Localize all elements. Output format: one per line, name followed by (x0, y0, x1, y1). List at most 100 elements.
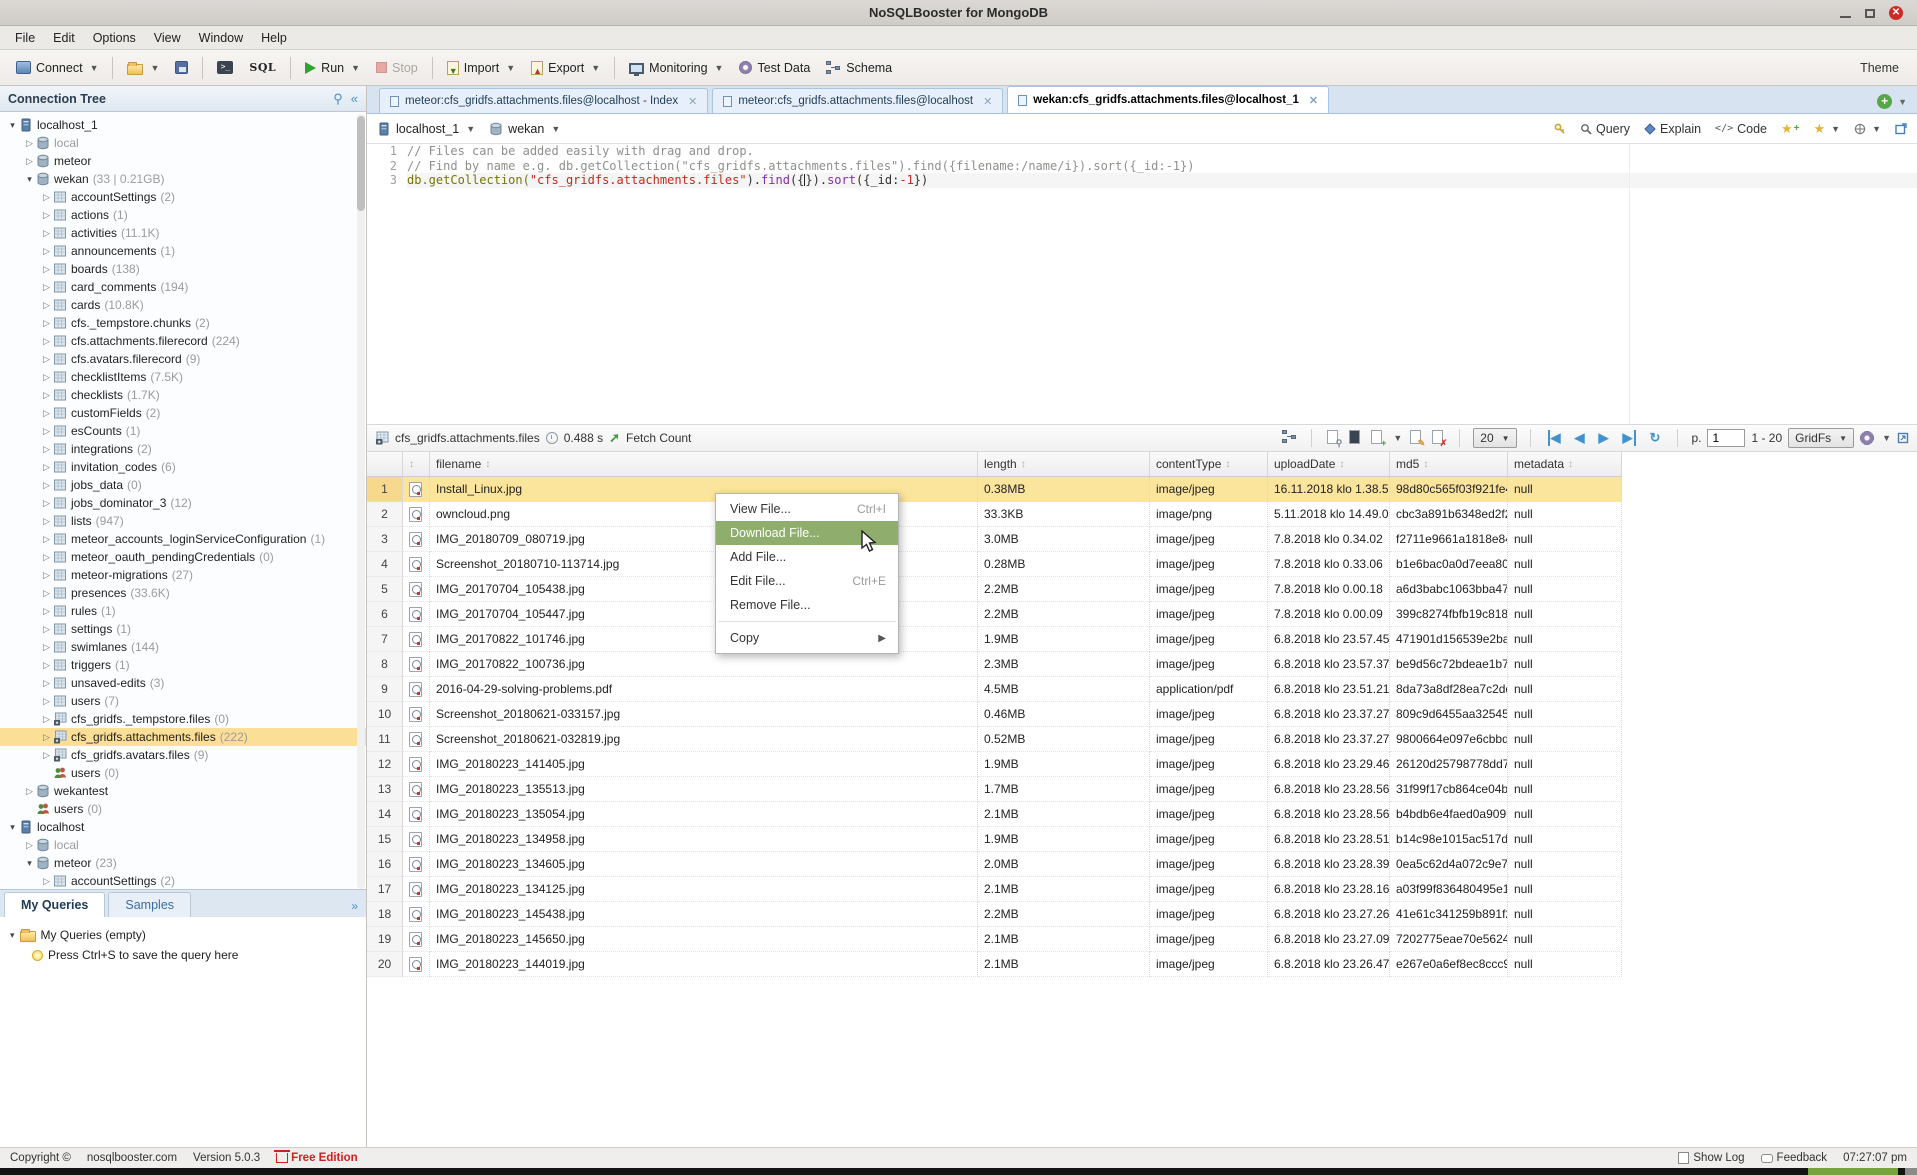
expand-arrow-icon[interactable]: ▷ (40, 642, 53, 653)
tree-item-activities[interactable]: ▷activities(11.1K) (0, 224, 366, 242)
open-query-button[interactable]: ▼ (119, 57, 167, 79)
page-number-input[interactable] (1707, 429, 1745, 447)
tree-item-swimlanes[interactable]: ▷swimlanes(144) (0, 638, 366, 656)
tree-item-boards[interactable]: ▷boards(138) (0, 260, 366, 278)
expand-arrow-icon[interactable]: ▷ (40, 300, 53, 311)
collapse-arrow-icon[interactable]: ▾ (6, 120, 19, 131)
expand-arrow-icon[interactable]: ▷ (40, 606, 53, 617)
sort-arrows-icon[interactable]: ↕ (485, 459, 490, 470)
close-tab-icon[interactable]: ✕ (983, 95, 992, 108)
tree-item-local[interactable]: ▷local (0, 134, 366, 152)
file-preview-icon[interactable] (409, 757, 422, 772)
database-selector[interactable]: wekan ▼ (489, 122, 560, 136)
scrollbar-thumb[interactable] (357, 116, 365, 211)
collapse-arrow-icon[interactable]: ▾ (6, 822, 19, 833)
tree-item-integrations[interactable]: ▷integrations(2) (0, 440, 366, 458)
feedback-button[interactable]: Feedback (1777, 1152, 1828, 1164)
table-row[interactable]: 7IMG_20170822_101746.jpg1.9MBimage/jpeg6… (367, 627, 1622, 652)
search-icon[interactable]: ⚲ (333, 91, 343, 107)
tree-item-users[interactable]: users(0) (0, 764, 366, 782)
table-row[interactable]: 2owncloud.png33.3KBimage/png5.11.2018 kl… (367, 502, 1622, 527)
tree-item-card-comments[interactable]: ▷card_comments(194) (0, 278, 366, 296)
prev-page-button[interactable]: ◀ (1575, 430, 1585, 446)
expand-arrow-icon[interactable]: ▷ (40, 390, 53, 401)
sort-arrows-icon[interactable]: ↕ (1568, 459, 1573, 470)
stop-button[interactable]: Stop (368, 57, 426, 79)
close-tab-icon[interactable]: ✕ (688, 95, 697, 108)
table-row[interactable]: 10Screenshot_20180621-033157.jpg0.46MBim… (367, 702, 1622, 727)
expand-arrow-icon[interactable]: ▷ (40, 426, 53, 437)
menu-item-edit-file-[interactable]: Edit File...Ctrl+E (716, 569, 898, 593)
expand-arrow-icon[interactable]: ▷ (40, 282, 53, 293)
file-preview-icon[interactable] (409, 632, 422, 647)
expand-panel-icon[interactable]: » (351, 899, 366, 917)
query-editor[interactable]: 1// Files can be added easily with drag … (367, 144, 1917, 424)
column-header-md5[interactable]: md5↕ (1390, 452, 1508, 476)
minimize-button[interactable] (1840, 16, 1851, 18)
tree-item-accountsettings[interactable]: ▷accountSettings(2) (0, 188, 366, 206)
file-preview-icon[interactable] (409, 507, 422, 522)
tree-item-wekan[interactable]: ▾wekan(33 | 0.21GB) (0, 170, 366, 188)
theme-link[interactable]: Theme (1860, 61, 1909, 75)
last-page-button[interactable]: ▶ (1623, 430, 1636, 446)
tree-item-meteor[interactable]: ▷meteor (0, 152, 366, 170)
tree-item-accountsettings[interactable]: ▷accountSettings(2) (0, 872, 366, 889)
file-preview-icon[interactable] (409, 732, 422, 747)
expand-arrow-icon[interactable]: ▷ (40, 408, 53, 419)
schema-button[interactable]: Schema (818, 57, 900, 79)
tree-item-presences[interactable]: ▷presences(33.6K) (0, 584, 366, 602)
site-link[interactable]: nosqlbooster.com (87, 1152, 177, 1164)
show-log-button[interactable]: Show Log (1693, 1152, 1744, 1164)
sort-arrows-icon[interactable]: ↕ (1339, 459, 1344, 470)
menu-view[interactable]: View (145, 28, 190, 48)
table-row[interactable]: 3IMG_20180709_080719.jpg3.0MBimage/jpeg7… (367, 527, 1622, 552)
expand-arrow-icon[interactable]: ▷ (23, 840, 36, 851)
file-preview-icon[interactable] (409, 857, 422, 872)
analyze-schema-icon[interactable] (1282, 430, 1298, 446)
expand-arrow-icon[interactable]: ▷ (40, 552, 53, 563)
expand-arrow-icon[interactable]: ▷ (40, 624, 53, 635)
file-preview-icon[interactable] (409, 557, 422, 572)
tree-item-local[interactable]: ▷local (0, 836, 366, 854)
collapse-arrow-icon[interactable]: ▾ (23, 858, 36, 869)
file-preview-icon[interactable] (409, 782, 422, 797)
table-row[interactable]: 16IMG_20180223_134605.jpg2.0MBimage/jpeg… (367, 852, 1622, 877)
expand-arrow-icon[interactable]: ▷ (40, 678, 53, 689)
expand-arrow-icon[interactable]: ▷ (40, 660, 53, 671)
expand-arrow-icon[interactable]: ▷ (23, 138, 36, 149)
expand-arrow-icon[interactable]: ▾ (10, 930, 15, 941)
expand-arrow-icon[interactable]: ▷ (40, 318, 53, 329)
file-preview-icon[interactable] (409, 607, 422, 622)
table-row[interactable]: 11Screenshot_20180621-032819.jpg0.52MBim… (367, 727, 1622, 752)
menu-item-view-file-[interactable]: View File...Ctrl+I (716, 497, 898, 521)
save-button[interactable] (167, 57, 196, 78)
file-preview-icon[interactable] (409, 932, 422, 947)
page-size-select[interactable]: 20 ▼ (1473, 428, 1516, 448)
refresh-button[interactable]: ↻ (1650, 430, 1661, 446)
expand-arrow-icon[interactable]: ▷ (40, 372, 53, 383)
expand-arrow-icon[interactable]: ▷ (40, 462, 53, 473)
tree-item-escounts[interactable]: ▷esCounts(1) (0, 422, 366, 440)
tree-item-invitation-codes[interactable]: ▷invitation_codes(6) (0, 458, 366, 476)
column-header-filename[interactable]: filename↕ (430, 452, 978, 476)
column-header-length[interactable]: length↕ (978, 452, 1150, 476)
tree-item-announcements[interactable]: ▷announcements(1) (0, 242, 366, 260)
file-preview-icon[interactable] (409, 957, 422, 972)
expand-arrow-icon[interactable]: ▷ (40, 714, 53, 725)
delete-document-button[interactable]: ✗ (1430, 430, 1446, 446)
table-row[interactable]: 15IMG_20180223_134958.jpg1.9MBimage/jpeg… (367, 827, 1622, 852)
file-preview-icon[interactable] (409, 807, 422, 822)
column-header-uploadDate[interactable]: uploadDate↕ (1268, 452, 1390, 476)
column-header-index[interactable]: ↕ (403, 452, 430, 476)
file-preview-icon[interactable] (409, 682, 422, 697)
editor-tab-3[interactable]: wekan:cfs_gridfs.attachments.files@local… (1007, 86, 1329, 113)
sort-arrows-icon[interactable]: ↕ (409, 459, 414, 470)
favorites-dropdown[interactable]: ★▼ (1814, 121, 1841, 137)
menu-options[interactable]: Options (84, 28, 145, 48)
file-preview-icon[interactable] (409, 707, 422, 722)
connection-selector[interactable]: localhost_1 ▼ (377, 122, 475, 136)
tree-item-cfs-gridfs-attachments-files[interactable]: ▷cfs_gridfs.attachments.files(222) (0, 728, 366, 746)
table-row[interactable]: 8IMG_20170822_100736.jpg2.3MBimage/jpeg6… (367, 652, 1622, 677)
file-preview-icon[interactable] (409, 832, 422, 847)
table-row[interactable]: 1Install_Linux.jpg0.38MBimage/jpeg16.11.… (367, 477, 1622, 502)
